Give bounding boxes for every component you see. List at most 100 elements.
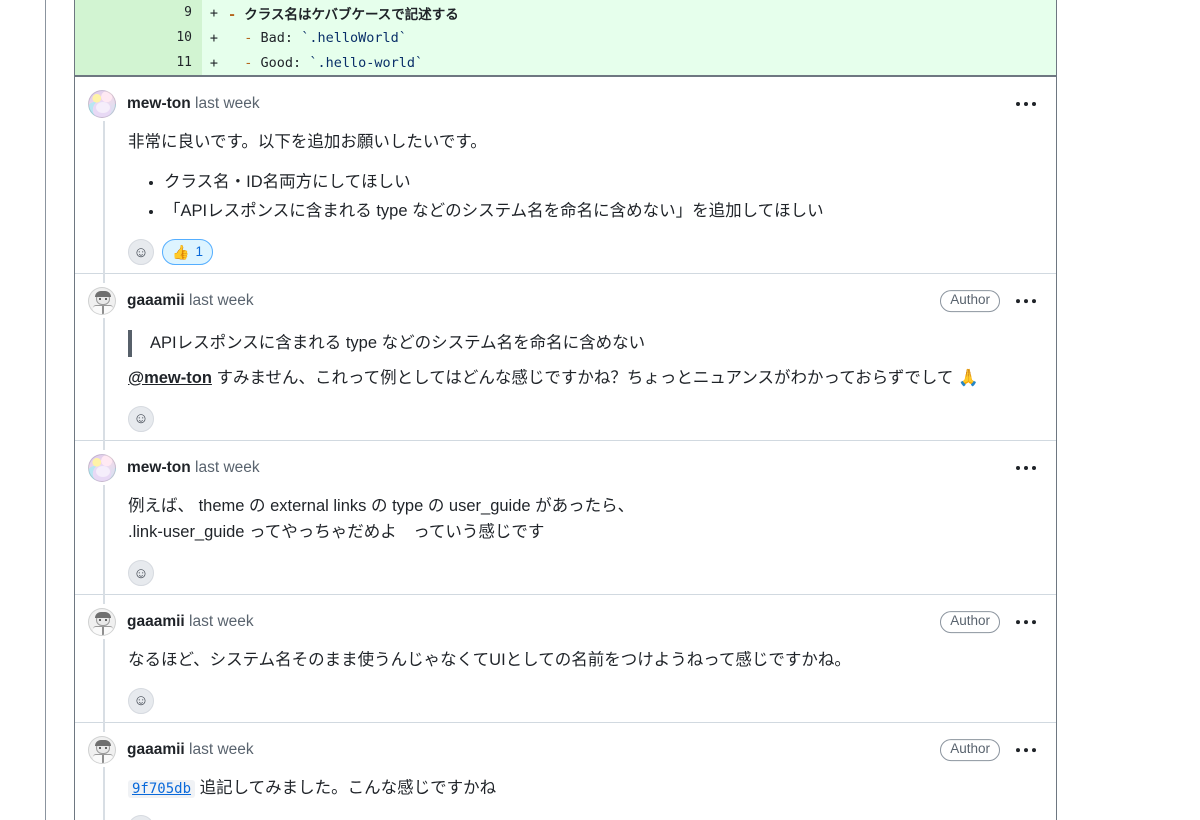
diff-line-code: `.hello-world`	[309, 54, 424, 71]
diff-line[interactable]: 10 + - Bad: `.helloWorld`	[75, 25, 1056, 50]
comment-timestamp[interactable]: last week	[195, 95, 260, 112]
reaction-thumbsup-button[interactable]: 👍 1	[162, 239, 213, 266]
comment-more-options-icon[interactable]	[1014, 462, 1038, 474]
commit-hash-link[interactable]: 9f705db	[128, 779, 196, 798]
thumbsup-icon: 👍	[172, 244, 190, 261]
comment-header-actions: Author	[940, 738, 1038, 761]
comment-item: gaaamii last week Author 9f705db 追記してみまし…	[75, 723, 1056, 820]
status-badge: Author	[940, 290, 1000, 313]
comment-header: mew-ton last week	[75, 87, 1056, 121]
timeline-panel: 9 + - クラス名はケバブケースで記述する 10 + - Bad: `.hel…	[75, 0, 1057, 820]
comment-more-options-icon[interactable]	[1014, 616, 1038, 628]
comment-body: 例えば、 theme の external links の type の use…	[75, 493, 1056, 587]
diff-line-label: Bad:	[260, 29, 294, 46]
pull-request-conversation-page: 9 + - クラス名はケバブケースで記述する 10 + - Bad: `.hel…	[0, 0, 1200, 820]
thread-connector	[103, 121, 105, 284]
diff-line-text: クラス名はケバブケースで記述する	[244, 6, 459, 23]
comment-header-actions	[1014, 98, 1038, 110]
comment-paragraph: なるほど、システム名そのまま使うんじゃなくてUIとしての名前をつけようねって感じ…	[128, 651, 851, 670]
diff-line-content: - Good: `.hello-world`	[226, 55, 423, 71]
comment-more-options-icon[interactable]	[1014, 744, 1038, 756]
thread-connector	[103, 484, 105, 605]
comment-bullet-list: クラス名・ID名両方にしてほしい 「APIレスポンスに含まれる type などの…	[128, 169, 1016, 225]
comment-body: APIレスポンスに含まれる type などのシステム名を命名に含めない @mew…	[75, 330, 1056, 432]
markdown-dash: -	[244, 29, 253, 46]
comment-author[interactable]: gaaamii	[127, 741, 185, 758]
mew-ton-avatar[interactable]	[88, 90, 116, 118]
comment-header-actions	[1014, 462, 1038, 474]
markdown-dash: -	[244, 54, 253, 71]
status-badge: Author	[940, 738, 1000, 761]
comment-item: gaaamii last week Author なるほど、システム名そのまま使…	[75, 595, 1056, 732]
gaaamii-avatar[interactable]	[88, 608, 116, 637]
mew-ton-avatar[interactable]	[88, 453, 116, 482]
add-reaction-smiley-icon[interactable]: ☺	[128, 687, 154, 714]
comment-paragraph: 非常に良いです。以下を追加お願いしたいです。	[128, 133, 487, 151]
diff-add-marker: +	[209, 4, 219, 21]
comment-timestamp[interactable]: last week	[195, 459, 260, 476]
list-item: 「APIレスポンスに含まれる type などのシステム名を命名に含めない」を追加…	[164, 198, 1016, 225]
markdown-dash: -	[228, 6, 237, 23]
diff-line-number: 9	[75, 0, 202, 25]
comment-byline: gaaamii last week	[127, 614, 254, 630]
add-reaction-smiley-icon[interactable]: ☺	[128, 815, 154, 820]
user-mention-link[interactable]: @mew-ton	[128, 369, 212, 387]
comment-body: 9f705db 追記してみました。こんな感じですかね ☺	[75, 775, 1056, 820]
comment-more-options-icon[interactable]	[1014, 98, 1038, 110]
gaaamii-avatar[interactable]	[88, 735, 116, 764]
add-reaction-smiley-icon[interactable]: ☺	[128, 405, 154, 432]
comment-timestamp[interactable]: last week	[189, 741, 254, 758]
comment-timestamp[interactable]: last week	[189, 613, 254, 630]
diff-line-code: `.helloWorld`	[301, 29, 407, 46]
comment-header-actions: Author	[940, 290, 1038, 313]
reactions-bar: ☺ 👍 1	[128, 239, 1016, 266]
comment-more-options-icon[interactable]	[1014, 295, 1038, 307]
comment-author[interactable]: gaaamii	[127, 292, 185, 309]
comment-header: gaaamii last week Author	[75, 605, 1056, 639]
diff-line-number: 11	[75, 50, 202, 75]
comment-item: mew-ton last week 非常に良いです。以下を追加お願いしたいです。…	[75, 77, 1056, 284]
diff-line-number: 10	[75, 25, 202, 50]
comment-paragraph-line-1: 例えば、 theme の external links の type の use…	[128, 496, 635, 515]
comment-byline: gaaamii last week	[127, 742, 254, 758]
comment-timestamp[interactable]: last week	[189, 292, 254, 309]
add-reaction-smiley-icon[interactable]: ☺	[128, 560, 154, 587]
diff-add-marker: +	[209, 29, 219, 46]
comment-byline: mew-ton last week	[127, 96, 260, 112]
comment-body: 非常に良いです。以下を追加お願いしたいです。 クラス名・ID名両方にしてほしい …	[75, 129, 1056, 266]
diff-add-marker: +	[209, 54, 219, 71]
comment-paragraph: 9f705db 追記してみました。こんな感じですかね	[128, 775, 1016, 802]
diff-line[interactable]: 9 + - クラス名はケバブケースで記述する	[75, 0, 1056, 25]
diff-line-label: Good:	[260, 54, 302, 71]
comment-header-actions: Author	[940, 611, 1038, 633]
comment-header: gaaamii last week Author	[75, 733, 1056, 767]
status-badge: Author	[940, 611, 1000, 633]
add-reaction-smiley-icon[interactable]: ☺	[128, 239, 154, 266]
thread-connector	[103, 766, 105, 820]
reactions-bar: ☺	[128, 687, 1016, 714]
thread-connector	[103, 639, 105, 732]
page-left-rail	[45, 0, 46, 820]
comment-author[interactable]: mew-ton	[127, 95, 191, 112]
comment-byline: mew-ton last week	[127, 460, 260, 476]
reaction-count: 1	[195, 244, 203, 260]
reactions-bar: ☺	[128, 405, 1016, 432]
comment-item: mew-ton last week 例えば、 theme の external …	[75, 441, 1056, 605]
comment-author[interactable]: gaaamii	[127, 613, 185, 630]
list-item: クラス名・ID名両方にしてほしい	[164, 169, 1016, 196]
comment-paragraph-text: すみません、これって例としてはどんな感じですかね？ちょっとニュアンスがわかってお…	[211, 368, 979, 387]
comment-paragraph: @mew-ton すみません、これって例としてはどんな感じですかね？ちょっとニュ…	[128, 365, 1016, 392]
gaaamii-avatar[interactable]	[88, 287, 116, 316]
diff-hunk: 9 + - クラス名はケバブケースで記述する 10 + - Bad: `.hel…	[75, 0, 1056, 77]
comment-author[interactable]: mew-ton	[127, 459, 191, 476]
comment-paragraph-text: 追記してみました。こんな感じですかね	[195, 778, 497, 797]
comment-byline: gaaamii last week	[127, 293, 254, 309]
reactions-bar: ☺	[128, 560, 1016, 587]
comment-paragraph-line-2: .link-user_guide ってやっちゃだめよ っていう感じです	[128, 523, 545, 542]
diff-line-content: - Bad: `.helloWorld`	[226, 30, 407, 46]
diff-line[interactable]: 11 + - Good: `.hello-world`	[75, 50, 1056, 75]
comment-body: なるほど、システム名そのまま使うんじゃなくてUIとしての名前をつけようねって感じ…	[75, 647, 1056, 714]
diff-line-content: - クラス名はケバブケースで記述する	[226, 3, 459, 23]
comment-item: gaaamii last week Author APIレスポンスに含まれる t…	[75, 274, 1056, 450]
blockquote: APIレスポンスに含まれる type などのシステム名を命名に含めない	[128, 330, 1016, 357]
